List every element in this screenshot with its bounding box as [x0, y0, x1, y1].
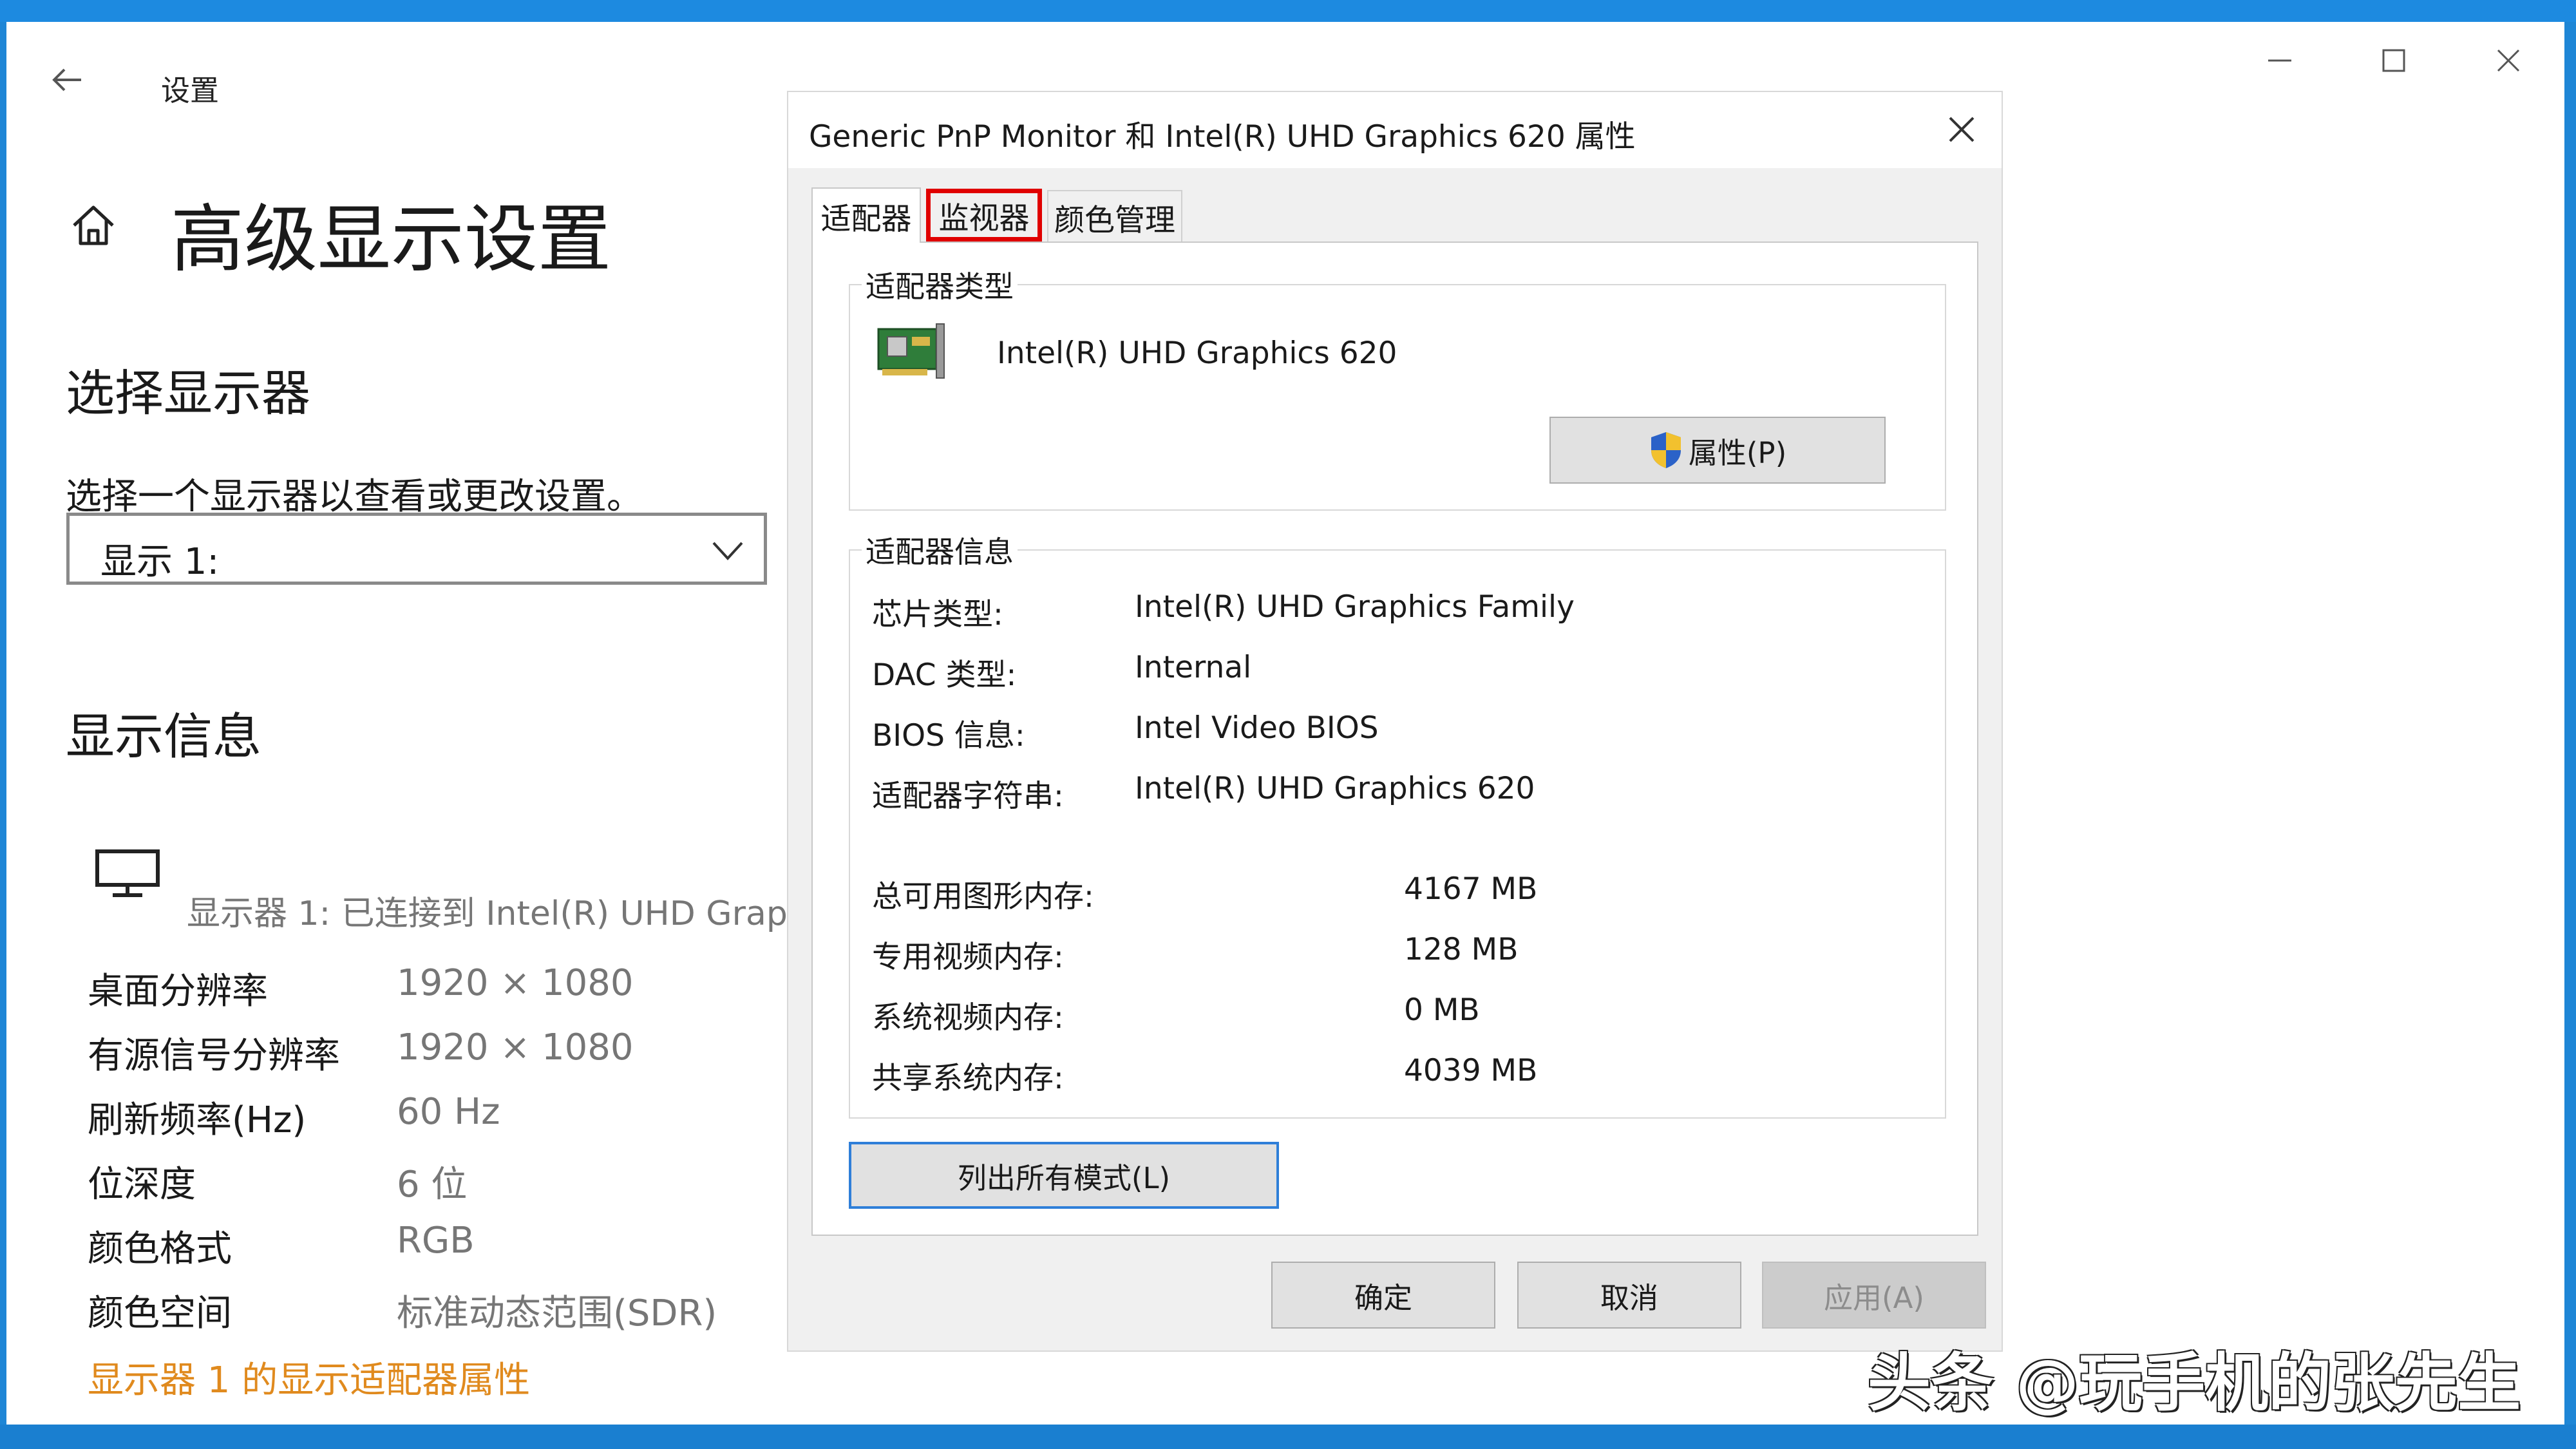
memory-label: 共享系统内存: — [872, 1061, 1064, 1096]
info-value: Intel(R) UHD Graphics Family — [1135, 589, 1575, 625]
adapter-name: Intel(R) UHD Graphics 620 — [997, 336, 1397, 371]
memory-value: 4039 MB — [1404, 1053, 1538, 1088]
desktop-background-bottom — [0, 1425, 2576, 1449]
info-value: 6 位 — [397, 1164, 468, 1206]
monitor-connection-text: 显示器 1: 已连接到 Intel(R) UHD Graphic — [187, 895, 837, 933]
graphics-card-icon — [877, 323, 945, 379]
list-all-modes-button[interactable]: 列出所有模式(L) — [849, 1142, 1279, 1209]
info-label: 适配器字符串: — [872, 779, 1064, 814]
info-value: 1920 × 1080 — [397, 1027, 634, 1068]
page-title: 高级显示设置 — [171, 196, 612, 282]
select-display-description: 选择一个显示器以查看或更改设置。 — [66, 476, 643, 518]
watermark-text: 头条 @玩手机的张先生 — [1868, 1347, 2521, 1420]
info-value: 1920 × 1080 — [397, 962, 634, 1004]
memory-value: 4167 MB — [1404, 871, 1538, 907]
cancel-button[interactable]: 取消 — [1517, 1262, 1741, 1329]
section-heading-select-display: 选择显示器 — [66, 365, 310, 422]
info-value: Internal — [1135, 650, 1252, 685]
minimize-icon — [2268, 59, 2291, 62]
adapter-tab-panel: 适配器类型 Intel(R) UHD Graphics 620 属性(P) 适配 — [811, 242, 1978, 1236]
dialog-title: Generic PnP Monitor 和 Intel(R) UHD Graph… — [809, 119, 1636, 155]
properties-dialog: Generic PnP Monitor 和 Intel(R) UHD Graph… — [787, 91, 2003, 1352]
section-heading-display-info: 显示信息 — [66, 708, 261, 765]
chevron-down-icon — [712, 542, 743, 560]
group-label: 适配器类型 — [862, 263, 1018, 306]
info-label: 有源信号分辨率 — [88, 1035, 340, 1077]
ok-button[interactable]: 确定 — [1271, 1262, 1495, 1329]
memory-label: 系统视频内存: — [872, 1000, 1064, 1036]
memory-value: 0 MB — [1404, 992, 1480, 1028]
minimize-button[interactable] — [2225, 22, 2334, 99]
info-label: 颜色空间 — [88, 1293, 232, 1334]
desktop-background-top — [0, 0, 2576, 22]
home-icon[interactable] — [68, 200, 119, 251]
display-select-dropdown[interactable]: 显示 1: — [66, 513, 767, 585]
info-label: 芯片类型: — [872, 597, 1003, 632]
info-value: RGB — [397, 1220, 475, 1262]
info-label: BIOS 信息: — [872, 718, 1025, 753]
close-icon — [2497, 49, 2520, 72]
window-title: 设置 — [161, 73, 220, 108]
info-label: 桌面分辨率 — [88, 971, 268, 1012]
memory-label: 总可用图形内存: — [872, 879, 1094, 914]
dropdown-value: 显示 1: — [100, 541, 220, 583]
properties-button-label: 属性(P) — [1688, 435, 1787, 470]
monitor-icon — [95, 849, 160, 897]
maximize-button[interactable] — [2339, 22, 2448, 99]
memory-label: 专用视频内存: — [872, 940, 1064, 975]
apply-button[interactable]: 应用(A) — [1762, 1262, 1986, 1329]
tab-adapter[interactable]: 适配器 — [811, 187, 921, 243]
properties-button[interactable]: 属性(P) — [1549, 417, 1886, 484]
info-value: 标准动态范围(SDR) — [397, 1293, 717, 1334]
display-adapter-properties-link[interactable]: 显示器 1 的显示适配器属性 — [88, 1351, 530, 1403]
info-label: 颜色格式 — [88, 1228, 232, 1270]
maximize-icon — [2382, 49, 2405, 72]
group-label: 适配器信息 — [862, 529, 1018, 571]
info-label: 位深度 — [88, 1164, 196, 1206]
tab-monitor[interactable]: 监视器 — [926, 189, 1042, 242]
info-label: 刷新频率(Hz) — [88, 1099, 307, 1141]
info-value: 60 Hz — [397, 1091, 500, 1133]
info-value: Intel Video BIOS — [1135, 710, 1379, 746]
memory-value: 128 MB — [1404, 932, 1519, 967]
dialog-titlebar: Generic PnP Monitor 和 Intel(R) UHD Graph… — [788, 92, 2002, 168]
info-value: Intel(R) UHD Graphics 620 — [1135, 771, 1535, 806]
info-label: DAC 类型: — [872, 658, 1017, 693]
uac-shield-icon — [1651, 432, 1681, 468]
close-button[interactable] — [2454, 22, 2563, 99]
adapter-info-group: 适配器信息 芯片类型: Intel(R) UHD Graphics Family… — [849, 529, 1946, 1119]
adapter-type-group: 适配器类型 Intel(R) UHD Graphics 620 属性(P) — [849, 263, 1946, 511]
close-icon[interactable] — [1944, 111, 1980, 147]
tab-color-management[interactable]: 颜色管理 — [1047, 190, 1182, 243]
back-arrow-icon[interactable] — [48, 61, 86, 99]
